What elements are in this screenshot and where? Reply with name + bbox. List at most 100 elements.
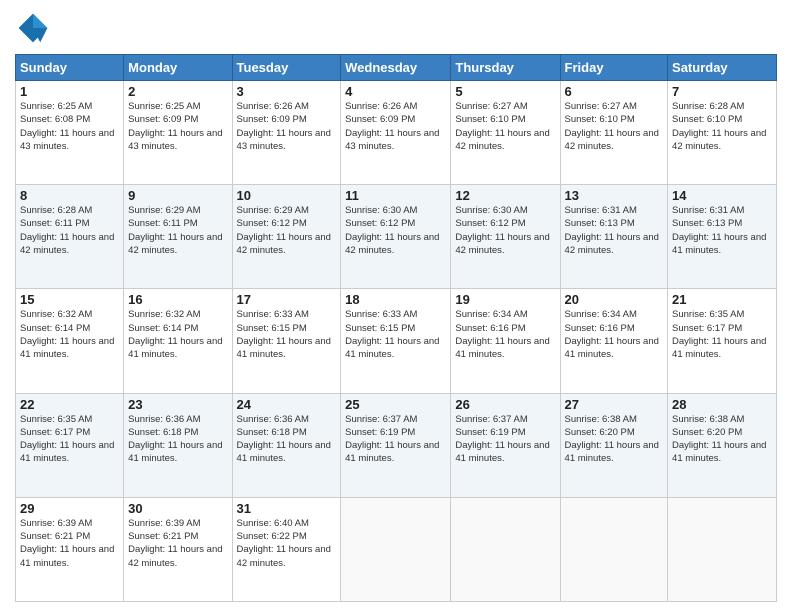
weekday-header-wednesday: Wednesday (341, 55, 451, 81)
day-cell: 28Sunrise: 6:38 AMSunset: 6:20 PMDayligh… (668, 393, 777, 497)
day-number: 29 (20, 501, 119, 516)
day-number: 18 (345, 292, 446, 307)
weekday-header-row: SundayMondayTuesdayWednesdayThursdayFrid… (16, 55, 777, 81)
day-cell: 1Sunrise: 6:25 AMSunset: 6:08 PMDaylight… (16, 81, 124, 185)
day-info: Sunrise: 6:36 AMSunset: 6:18 PMDaylight:… (237, 413, 337, 466)
day-cell: 6Sunrise: 6:27 AMSunset: 6:10 PMDaylight… (560, 81, 668, 185)
day-info: Sunrise: 6:34 AMSunset: 6:16 PMDaylight:… (565, 308, 664, 361)
day-cell: 23Sunrise: 6:36 AMSunset: 6:18 PMDayligh… (124, 393, 232, 497)
day-cell (560, 497, 668, 601)
weekday-header-saturday: Saturday (668, 55, 777, 81)
logo-icon (15, 10, 51, 46)
day-number: 24 (237, 397, 337, 412)
day-cell: 19Sunrise: 6:34 AMSunset: 6:16 PMDayligh… (451, 289, 560, 393)
week-row-1: 8Sunrise: 6:28 AMSunset: 6:11 PMDaylight… (16, 185, 777, 289)
day-cell: 7Sunrise: 6:28 AMSunset: 6:10 PMDaylight… (668, 81, 777, 185)
day-cell: 26Sunrise: 6:37 AMSunset: 6:19 PMDayligh… (451, 393, 560, 497)
day-cell (668, 497, 777, 601)
day-info: Sunrise: 6:32 AMSunset: 6:14 PMDaylight:… (20, 308, 119, 361)
day-cell: 10Sunrise: 6:29 AMSunset: 6:12 PMDayligh… (232, 185, 341, 289)
logo (15, 10, 55, 46)
day-number: 13 (565, 188, 664, 203)
day-info: Sunrise: 6:36 AMSunset: 6:18 PMDaylight:… (128, 413, 227, 466)
day-cell: 17Sunrise: 6:33 AMSunset: 6:15 PMDayligh… (232, 289, 341, 393)
day-info: Sunrise: 6:39 AMSunset: 6:21 PMDaylight:… (128, 517, 227, 570)
weekday-header-friday: Friday (560, 55, 668, 81)
day-number: 15 (20, 292, 119, 307)
day-cell: 11Sunrise: 6:30 AMSunset: 6:12 PMDayligh… (341, 185, 451, 289)
day-cell: 4Sunrise: 6:26 AMSunset: 6:09 PMDaylight… (341, 81, 451, 185)
day-number: 8 (20, 188, 119, 203)
day-cell: 30Sunrise: 6:39 AMSunset: 6:21 PMDayligh… (124, 497, 232, 601)
day-number: 4 (345, 84, 446, 99)
day-info: Sunrise: 6:30 AMSunset: 6:12 PMDaylight:… (345, 204, 446, 257)
day-number: 19 (455, 292, 555, 307)
day-number: 3 (237, 84, 337, 99)
day-info: Sunrise: 6:26 AMSunset: 6:09 PMDaylight:… (237, 100, 337, 153)
day-info: Sunrise: 6:27 AMSunset: 6:10 PMDaylight:… (455, 100, 555, 153)
day-info: Sunrise: 6:25 AMSunset: 6:08 PMDaylight:… (20, 100, 119, 153)
day-number: 17 (237, 292, 337, 307)
day-number: 11 (345, 188, 446, 203)
day-info: Sunrise: 6:38 AMSunset: 6:20 PMDaylight:… (672, 413, 772, 466)
day-cell: 9Sunrise: 6:29 AMSunset: 6:11 PMDaylight… (124, 185, 232, 289)
day-number: 2 (128, 84, 227, 99)
day-info: Sunrise: 6:39 AMSunset: 6:21 PMDaylight:… (20, 517, 119, 570)
weekday-header-tuesday: Tuesday (232, 55, 341, 81)
day-number: 6 (565, 84, 664, 99)
day-info: Sunrise: 6:37 AMSunset: 6:19 PMDaylight:… (455, 413, 555, 466)
day-cell: 31Sunrise: 6:40 AMSunset: 6:22 PMDayligh… (232, 497, 341, 601)
day-info: Sunrise: 6:29 AMSunset: 6:12 PMDaylight:… (237, 204, 337, 257)
day-info: Sunrise: 6:29 AMSunset: 6:11 PMDaylight:… (128, 204, 227, 257)
day-cell (451, 497, 560, 601)
day-info: Sunrise: 6:31 AMSunset: 6:13 PMDaylight:… (565, 204, 664, 257)
day-cell: 8Sunrise: 6:28 AMSunset: 6:11 PMDaylight… (16, 185, 124, 289)
day-cell: 21Sunrise: 6:35 AMSunset: 6:17 PMDayligh… (668, 289, 777, 393)
day-number: 31 (237, 501, 337, 516)
day-cell: 16Sunrise: 6:32 AMSunset: 6:14 PMDayligh… (124, 289, 232, 393)
day-info: Sunrise: 6:40 AMSunset: 6:22 PMDaylight:… (237, 517, 337, 570)
day-cell: 27Sunrise: 6:38 AMSunset: 6:20 PMDayligh… (560, 393, 668, 497)
day-number: 7 (672, 84, 772, 99)
calendar: SundayMondayTuesdayWednesdayThursdayFrid… (15, 54, 777, 602)
day-number: 10 (237, 188, 337, 203)
page: SundayMondayTuesdayWednesdayThursdayFrid… (0, 0, 792, 612)
day-info: Sunrise: 6:32 AMSunset: 6:14 PMDaylight:… (128, 308, 227, 361)
day-cell: 18Sunrise: 6:33 AMSunset: 6:15 PMDayligh… (341, 289, 451, 393)
weekday-header-monday: Monday (124, 55, 232, 81)
day-info: Sunrise: 6:28 AMSunset: 6:11 PMDaylight:… (20, 204, 119, 257)
day-number: 30 (128, 501, 227, 516)
day-cell: 29Sunrise: 6:39 AMSunset: 6:21 PMDayligh… (16, 497, 124, 601)
weekday-header-sunday: Sunday (16, 55, 124, 81)
day-cell: 12Sunrise: 6:30 AMSunset: 6:12 PMDayligh… (451, 185, 560, 289)
day-number: 9 (128, 188, 227, 203)
week-row-3: 22Sunrise: 6:35 AMSunset: 6:17 PMDayligh… (16, 393, 777, 497)
day-info: Sunrise: 6:27 AMSunset: 6:10 PMDaylight:… (565, 100, 664, 153)
day-number: 25 (345, 397, 446, 412)
day-info: Sunrise: 6:34 AMSunset: 6:16 PMDaylight:… (455, 308, 555, 361)
day-cell: 3Sunrise: 6:26 AMSunset: 6:09 PMDaylight… (232, 81, 341, 185)
day-number: 12 (455, 188, 555, 203)
day-info: Sunrise: 6:26 AMSunset: 6:09 PMDaylight:… (345, 100, 446, 153)
day-number: 26 (455, 397, 555, 412)
week-row-2: 15Sunrise: 6:32 AMSunset: 6:14 PMDayligh… (16, 289, 777, 393)
day-cell: 25Sunrise: 6:37 AMSunset: 6:19 PMDayligh… (341, 393, 451, 497)
day-number: 20 (565, 292, 664, 307)
day-info: Sunrise: 6:38 AMSunset: 6:20 PMDaylight:… (565, 413, 664, 466)
day-cell: 13Sunrise: 6:31 AMSunset: 6:13 PMDayligh… (560, 185, 668, 289)
day-info: Sunrise: 6:30 AMSunset: 6:12 PMDaylight:… (455, 204, 555, 257)
weekday-header-thursday: Thursday (451, 55, 560, 81)
day-cell: 14Sunrise: 6:31 AMSunset: 6:13 PMDayligh… (668, 185, 777, 289)
day-info: Sunrise: 6:25 AMSunset: 6:09 PMDaylight:… (128, 100, 227, 153)
day-cell: 5Sunrise: 6:27 AMSunset: 6:10 PMDaylight… (451, 81, 560, 185)
day-info: Sunrise: 6:33 AMSunset: 6:15 PMDaylight:… (345, 308, 446, 361)
day-number: 22 (20, 397, 119, 412)
day-number: 23 (128, 397, 227, 412)
day-info: Sunrise: 6:35 AMSunset: 6:17 PMDaylight:… (20, 413, 119, 466)
day-number: 27 (565, 397, 664, 412)
day-info: Sunrise: 6:35 AMSunset: 6:17 PMDaylight:… (672, 308, 772, 361)
day-number: 21 (672, 292, 772, 307)
day-info: Sunrise: 6:37 AMSunset: 6:19 PMDaylight:… (345, 413, 446, 466)
day-number: 28 (672, 397, 772, 412)
day-number: 16 (128, 292, 227, 307)
